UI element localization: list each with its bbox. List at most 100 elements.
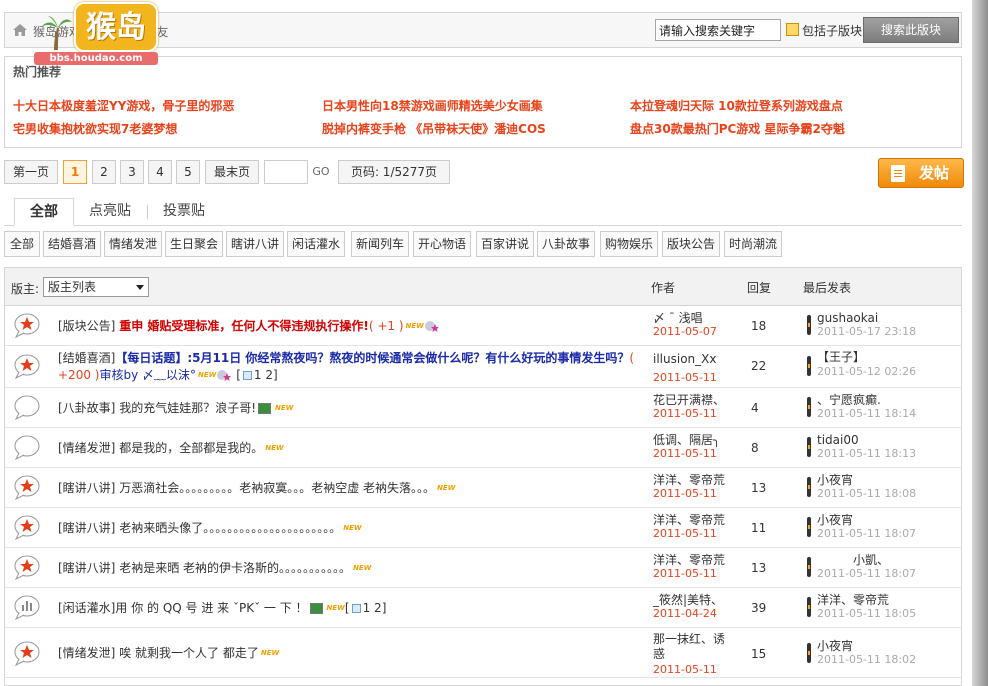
last-poster[interactable]: 【王子】 bbox=[817, 350, 865, 364]
category-chip[interactable]: 版块公告 bbox=[662, 231, 720, 257]
thread-title-text[interactable]: 唉 就剩我一个人了 都走了 bbox=[119, 646, 259, 660]
category-chip[interactable]: 时尚潮流 bbox=[724, 231, 782, 257]
table-row[interactable]: [瞎讲八讲] 老衲来晒头像了。。。。。。。。。。。。。。。。。。。。。。 NEW … bbox=[5, 508, 961, 548]
thread-author[interactable]: 低调、隔居╮ 2011-05-11 bbox=[653, 433, 720, 461]
last-poster[interactable]: 、宁愿疯癫. bbox=[817, 393, 881, 407]
last-poster[interactable]: 小夜宵 bbox=[817, 513, 853, 527]
category-chip[interactable]: 购物娱乐 bbox=[600, 231, 658, 257]
thread-author[interactable]: 洋洋、零帝荒 2011-05-11 bbox=[653, 473, 725, 501]
tab-highlighted[interactable]: 点亮贴 bbox=[82, 198, 138, 226]
last-poster[interactable]: tidai00 bbox=[817, 433, 859, 447]
category-chip[interactable]: 开心物语 bbox=[413, 231, 471, 257]
last-post[interactable]: 小夜宵 2011-05-11 18:02 bbox=[817, 639, 916, 667]
thread-author[interactable]: 那一抹红、诱惑 2011-05-11 bbox=[653, 632, 733, 677]
category-chip[interactable]: 百家讲说 bbox=[476, 231, 534, 257]
author-name[interactable]: 洋洋、零帝荒 bbox=[653, 553, 725, 567]
thread-title-text[interactable]: 老衲是来晒 老衲的伊卡洛斯的。。。。。。。。。。。 bbox=[119, 561, 351, 575]
last-page-button[interactable]: 最末页 bbox=[205, 160, 259, 184]
last-post[interactable]: 小夜宵 2011-05-11 18:07 bbox=[817, 513, 916, 541]
author-name[interactable]: _筱然|美特、 bbox=[653, 593, 723, 607]
thread-title[interactable]: [瞎讲八讲] 万恶滴社会。。。。。。。。。老衲寂寞。。。老衲空虚 老衲失落。。。… bbox=[58, 480, 455, 497]
last-poster[interactable]: 小夜宵 bbox=[817, 473, 853, 487]
hot-link[interactable]: 宅男收集抱枕欲实现7老婆梦想 bbox=[13, 120, 177, 137]
last-post[interactable]: 小凱、 2011-05-11 18:07 bbox=[817, 553, 916, 581]
category-chip[interactable]: 结婚喜酒 bbox=[43, 231, 101, 257]
hot-link[interactable]: 盘点30款最热门PC游戏 星际争霸2夺魁 bbox=[630, 120, 845, 137]
tab-all[interactable]: 全部 bbox=[14, 198, 74, 226]
table-row[interactable]: [情绪发泄] 唉 就剩我一个人了 都走了 NEW 那一抹红、诱惑 2011-05-1… bbox=[5, 628, 961, 678]
page-button-current[interactable]: 1 bbox=[63, 160, 87, 184]
thread-category[interactable]: [八卦故事] bbox=[58, 401, 115, 415]
thread-title-text[interactable]: 用 你 的 QQ 号 进 来 ˇPKˇ 一 下 ！ bbox=[115, 601, 307, 615]
author-name[interactable]: 低调、隔居╮ bbox=[653, 433, 720, 447]
goto-page-input[interactable] bbox=[264, 160, 308, 184]
thread-title-text[interactable]: 重申 婚贴受理标准，任何人不得违规执行操作! bbox=[119, 319, 369, 333]
table-row[interactable]: [八卦故事] 我的充气娃娃那？浪子哥! NEW 花已开满襟、 2011-05-11 … bbox=[5, 388, 961, 428]
review-by[interactable]: 审核by 〆﹏以沫° bbox=[99, 368, 196, 382]
thread-author[interactable]: 〆 ˉ 浅唱 2011-05-07 bbox=[653, 311, 717, 339]
thread-title-text[interactable]: 老衲来晒头像了。。。。。。。。。。。。。。。。。。。。。。 bbox=[119, 521, 341, 535]
thread-title-text[interactable]: 我的充气娃娃那？浪子哥! bbox=[119, 401, 256, 415]
thread-pages[interactable]: 1 2 bbox=[363, 601, 382, 615]
page-button[interactable]: 3 bbox=[120, 160, 144, 184]
thread-title[interactable]: [情绪发泄] 都是我的，全部都是我的。 NEW bbox=[58, 440, 284, 457]
thread-title-text[interactable]: 万恶滴社会。。。。。。。。。老衲寂寞。。。老衲空虚 老衲失落。。。 bbox=[119, 481, 435, 495]
thread-author[interactable]: illusion_Xx 2011-05-11 bbox=[653, 352, 717, 385]
author-name[interactable]: 花已开满襟、 bbox=[653, 393, 725, 407]
author-name[interactable]: 那一抹红、诱惑 bbox=[653, 632, 725, 661]
author-name[interactable]: 洋洋、零帝荒 bbox=[653, 513, 725, 527]
thread-title[interactable]: [瞎讲八讲] 老衲来晒头像了。。。。。。。。。。。。。。。。。。。。。。 NEW bbox=[58, 520, 362, 537]
thread-title[interactable]: [瞎讲八讲] 老衲是来晒 老衲的伊卡洛斯的。。。。。。。。。。。 NEW bbox=[58, 560, 371, 577]
thread-category[interactable]: [闲话灌水] bbox=[58, 601, 115, 615]
go-button[interactable]: GO bbox=[308, 160, 334, 184]
thread-title[interactable]: [闲话灌水]用 你 的 QQ 号 进 来 ˇPKˇ 一 下 ！ NEW[1 2] bbox=[58, 600, 386, 617]
category-chip[interactable]: 瞎讲八讲 bbox=[226, 231, 284, 257]
first-page-button[interactable]: 第一页 bbox=[4, 160, 58, 184]
thread-title[interactable]: [结婚喜酒]【每日话题】:5月11日 你经常熬夜吗？熬夜的时候通常会做什么呢？有… bbox=[58, 350, 642, 384]
hot-link[interactable]: 日本男性向18禁游戏画师精选美少女画集 bbox=[322, 97, 543, 114]
thread-author[interactable]: 洋洋、零帝荒 2011-05-11 bbox=[653, 513, 725, 541]
author-name[interactable]: illusion_Xx bbox=[653, 352, 716, 366]
table-row[interactable]: [瞎讲八讲] 老衲是来晒 老衲的伊卡洛斯的。。。。。。。。。。。 NEW 洋洋、零… bbox=[5, 548, 961, 588]
thread-title[interactable]: [八卦故事] 我的充气娃娃那？浪子哥! NEW bbox=[58, 400, 293, 417]
thread-pages[interactable]: 1 2 bbox=[254, 368, 273, 382]
thread-category[interactable]: [情绪发泄] bbox=[58, 441, 115, 455]
table-row[interactable]: [版块公告] 重申 婚贴受理标准，任何人不得违规执行操作!( +1 ) NEW 〆… bbox=[5, 306, 961, 346]
thread-title[interactable]: [版块公告] 重申 婚贴受理标准，任何人不得违规执行操作!( +1 ) NEW bbox=[58, 318, 648, 335]
window-edge-scrollbar[interactable] bbox=[972, 0, 988, 686]
tab-poll[interactable]: 投票贴 bbox=[154, 198, 214, 226]
thread-author[interactable]: 花已开满襟、 2011-05-11 bbox=[653, 393, 725, 421]
author-name[interactable]: 〆 ˉ 浅唱 bbox=[653, 311, 703, 325]
home-icon[interactable] bbox=[13, 24, 27, 36]
moderator-select[interactable]: 版主列表 bbox=[43, 277, 149, 297]
thread-title-text[interactable]: 【每日话题】:5月11日 你经常熬夜吗？熬夜的时候通常会做什么呢？有什么好玩的事… bbox=[115, 351, 629, 365]
category-chip[interactable]: 情绪发泄 bbox=[104, 231, 162, 257]
last-post[interactable]: 【王子】 2011-05-12 02:26 bbox=[817, 350, 916, 379]
last-post[interactable]: tidai00 2011-05-11 18:13 bbox=[817, 433, 916, 461]
category-chip[interactable]: 新闻列车 bbox=[351, 231, 409, 257]
last-post[interactable]: 洋洋、零帝荒 2011-05-11 18:05 bbox=[817, 593, 916, 621]
include-subforum-checkbox[interactable] bbox=[786, 23, 799, 36]
table-row[interactable]: [瞎讲八讲] 万恶滴社会。。。。。。。。。老衲寂寞。。。老衲空虚 老衲失落。。。… bbox=[5, 468, 961, 508]
category-chip[interactable]: 八卦故事 bbox=[537, 231, 595, 257]
hot-link[interactable]: 脱掉内裤变手枪 《吊带袜天使》潘迪COS bbox=[322, 120, 546, 137]
category-chip[interactable]: 全部 bbox=[4, 231, 40, 257]
page-button[interactable]: 5 bbox=[176, 160, 200, 184]
page-button[interactable]: 2 bbox=[92, 160, 116, 184]
thread-category[interactable]: [瞎讲八讲] bbox=[58, 521, 115, 535]
thread-category[interactable]: [瞎讲八讲] bbox=[58, 561, 115, 575]
site-logo[interactable]: 猴岛 bbs.houdao.com bbox=[34, 0, 158, 66]
thread-category[interactable]: [瞎讲八讲] bbox=[58, 481, 115, 495]
thread-author[interactable]: _筱然|美特、 2011-04-24 bbox=[653, 593, 723, 621]
last-poster[interactable]: 小凱、 bbox=[853, 553, 889, 567]
category-chip[interactable]: 生日聚会 bbox=[165, 231, 223, 257]
hot-link[interactable]: 十大日本极度羞涩YY游戏，骨子里的邪恶 bbox=[13, 97, 234, 114]
new-post-button[interactable]: 发帖 bbox=[878, 158, 964, 188]
thread-category[interactable]: [情绪发泄] bbox=[58, 646, 115, 660]
thread-title-text[interactable]: 都是我的，全部都是我的。 bbox=[119, 441, 263, 455]
thread-title[interactable]: [情绪发泄] 唉 就剩我一个人了 都走了 NEW bbox=[58, 645, 279, 662]
table-row[interactable]: [情绪发泄] 都是我的，全部都是我的。 NEW 低调、隔居╮ 2011-05-11 … bbox=[5, 428, 961, 468]
table-row[interactable]: [闲话灌水]用 你 的 QQ 号 进 来 ˇPKˇ 一 下 ！ NEW[1 2] … bbox=[5, 588, 961, 628]
last-poster[interactable]: 小夜宵 bbox=[817, 639, 853, 653]
search-board-button[interactable]: 搜索此版块 bbox=[863, 17, 959, 43]
